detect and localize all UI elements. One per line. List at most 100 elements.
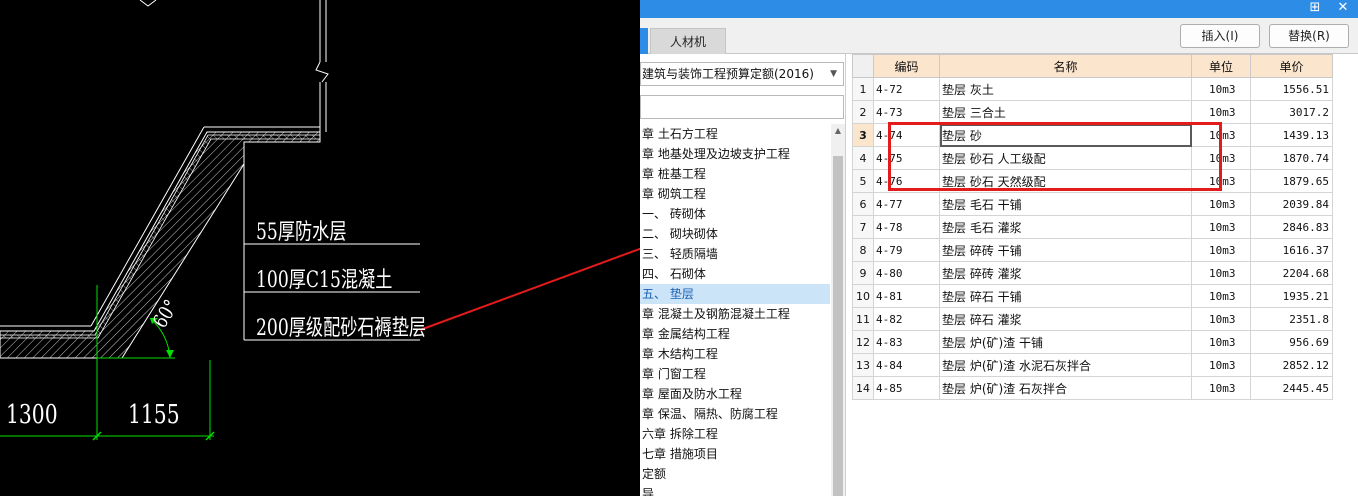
table-row[interactable]: 9 4-80 垫层 碎砖 灌浆 10m3 2204.68 [852,261,1333,285]
cell-name[interactable]: 垫层 碎石 干铺 [939,284,1192,308]
row-number[interactable]: 10 [852,284,874,308]
cell-unit[interactable]: 10m3 [1191,284,1251,308]
tab-materials[interactable]: 人材机 [650,28,726,54]
table-row[interactable]: 12 4-83 垫层 炉(矿)渣 干铺 10m3 956.69 [852,330,1333,354]
row-number[interactable]: 5 [852,169,874,193]
table-row[interactable]: 8 4-79 垫层 碎砖 干铺 10m3 1616.37 [852,238,1333,262]
cell-unit[interactable]: 10m3 [1191,192,1251,216]
cell-code[interactable]: 4-78 [873,215,940,239]
tree-item[interactable]: 章 保温、隔热、防腐工程 [640,404,830,424]
cell-unit[interactable]: 10m3 [1191,100,1251,124]
cell-price[interactable]: 2204.68 [1250,261,1333,285]
cell-price[interactable]: 1879.65 [1250,169,1333,193]
tree-item[interactable]: 章 砌筑工程 [640,184,830,204]
search-input[interactable] [640,95,844,119]
cell-price[interactable]: 3017.2 [1250,100,1333,124]
tree-item[interactable]: 导 [640,484,830,496]
tab-quota[interactable] [640,28,648,54]
tree-item[interactable]: 七章 措施项目 [640,444,830,464]
tree-item[interactable]: 四、 石砌体 [640,264,830,284]
tree-item[interactable]: 章 土石方工程 [640,124,830,144]
cell-price[interactable]: 2846.83 [1250,215,1333,239]
tree-scrollbar[interactable]: ▲ [831,124,845,496]
cell-unit[interactable]: 10m3 [1191,123,1251,147]
tree-item[interactable]: 章 木结构工程 [640,344,830,364]
column-header-unit[interactable]: 单位 [1191,54,1251,78]
cell-name[interactable]: 垫层 炉(矿)渣 水泥石灰拌合 [939,353,1192,377]
tree-item[interactable]: 定额 [640,464,830,484]
cell-name[interactable]: 垫层 毛石 灌浆 [939,215,1192,239]
cell-code[interactable]: 4-85 [873,376,940,400]
column-header-price[interactable]: 单价 [1250,54,1333,78]
cell-price[interactable]: 2852.12 [1250,353,1333,377]
row-number[interactable]: 6 [852,192,874,216]
tree-item[interactable]: 章 金属结构工程 [640,324,830,344]
row-number[interactable]: 8 [852,238,874,262]
column-header-code[interactable]: 编码 [873,54,940,78]
tree-item[interactable]: 章 混凝土及钢筋混凝土工程 [640,304,830,324]
dialog-titlebar[interactable]: ⊞ ✕ [640,0,1358,18]
row-number[interactable]: 7 [852,215,874,239]
table-row[interactable]: 4 4-75 垫层 砂石 人工级配 10m3 1870.74 [852,146,1333,170]
library-select[interactable]: 建筑与装饰工程预算定额(2016) ▼ [640,62,844,86]
row-number[interactable]: 14 [852,376,874,400]
tree-item[interactable]: 三、 轻质隔墙 [640,244,830,264]
cell-unit[interactable]: 10m3 [1191,169,1251,193]
cell-code[interactable]: 4-79 [873,238,940,262]
cell-name[interactable]: 垫层 碎砖 干铺 [939,238,1192,262]
row-number[interactable]: 13 [852,353,874,377]
tree-item[interactable]: 章 门窗工程 [640,364,830,384]
row-number[interactable]: 9 [852,261,874,285]
cell-price[interactable]: 1439.13 [1250,123,1333,147]
cell-unit[interactable]: 10m3 [1191,215,1251,239]
cell-unit[interactable]: 10m3 [1191,330,1251,354]
cell-name[interactable]: 垫层 砂石 天然级配 [939,169,1192,193]
row-number[interactable]: 3 [852,123,874,147]
cell-code[interactable]: 4-82 [873,307,940,331]
cell-name[interactable]: 垫层 砂石 人工级配 [939,146,1192,170]
tree-item[interactable]: 章 屋面及防水工程 [640,384,830,404]
cell-unit[interactable]: 10m3 [1191,77,1251,101]
cell-name[interactable]: 垫层 砂 [939,123,1192,147]
cell-unit[interactable]: 10m3 [1191,238,1251,262]
cell-unit[interactable]: 10m3 [1191,353,1251,377]
tree-item[interactable]: 二、 砌块砌体 [640,224,830,244]
table-row[interactable]: 5 4-76 垫层 砂石 天然级配 10m3 1879.65 [852,169,1333,193]
cell-unit[interactable]: 10m3 [1191,261,1251,285]
insert-button[interactable]: 插入(I) [1180,24,1260,48]
cell-code[interactable]: 4-73 [873,100,940,124]
cell-code[interactable]: 4-84 [873,353,940,377]
close-icon[interactable]: ✕ [1334,0,1352,18]
cell-price[interactable]: 1556.51 [1250,77,1333,101]
cell-price[interactable]: 1870.74 [1250,146,1333,170]
cell-code[interactable]: 4-74 [873,123,940,147]
table-row[interactable]: 13 4-84 垫层 炉(矿)渣 水泥石灰拌合 10m3 2852.12 [852,353,1333,377]
row-number[interactable]: 4 [852,146,874,170]
table-row[interactable]: 3 4-74 垫层 砂 10m3 1439.13 [852,123,1333,147]
cell-name[interactable]: 垫层 灰土 [939,77,1192,101]
cell-code[interactable]: 4-77 [873,192,940,216]
cell-name[interactable]: 垫层 毛石 干铺 [939,192,1192,216]
tree-item[interactable]: 章 地基处理及边坡支护工程 [640,144,830,164]
cell-name[interactable]: 垫层 碎砖 灌浆 [939,261,1192,285]
tree-item[interactable]: 一、 砖砌体 [640,204,830,224]
table-row[interactable]: 6 4-77 垫层 毛石 干铺 10m3 2039.84 [852,192,1333,216]
replace-button[interactable]: 替换(R) [1269,24,1349,48]
cell-price[interactable]: 1616.37 [1250,238,1333,262]
tree-item[interactable]: 章 桩基工程 [640,164,830,184]
row-number[interactable]: 2 [852,100,874,124]
cell-name[interactable]: 垫层 炉(矿)渣 干铺 [939,330,1192,354]
table-row[interactable]: 11 4-82 垫层 碎石 灌浆 10m3 2351.8 [852,307,1333,331]
cell-code[interactable]: 4-76 [873,169,940,193]
cell-name[interactable]: 垫层 碎石 灌浆 [939,307,1192,331]
cell-price[interactable]: 956.69 [1250,330,1333,354]
table-row[interactable]: 7 4-78 垫层 毛石 灌浆 10m3 2846.83 [852,215,1333,239]
cell-price[interactable]: 2039.84 [1250,192,1333,216]
cell-unit[interactable]: 10m3 [1191,307,1251,331]
tree-item[interactable]: 六章 拆除工程 [640,424,830,444]
table-row[interactable]: 14 4-85 垫层 炉(矿)渣 石灰拌合 10m3 2445.45 [852,376,1333,400]
cell-unit[interactable]: 10m3 [1191,146,1251,170]
cell-price[interactable]: 1935.21 [1250,284,1333,308]
cell-name[interactable]: 垫层 三合土 [939,100,1192,124]
row-number[interactable]: 12 [852,330,874,354]
